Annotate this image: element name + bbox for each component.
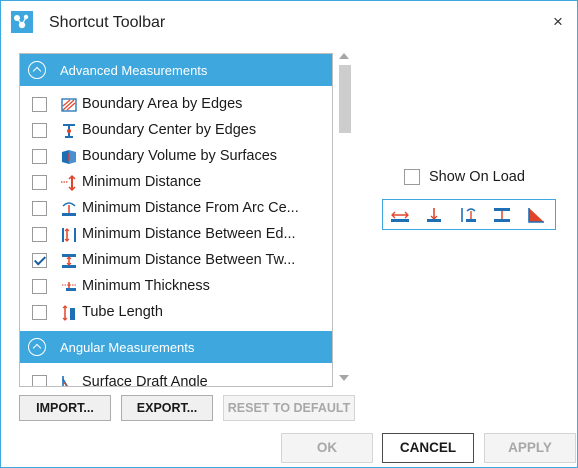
list-item-minimum-thickness[interactable]: Minimum Thickness bbox=[20, 274, 332, 299]
item-checkbox[interactable] bbox=[32, 253, 47, 268]
boundary-area-icon bbox=[61, 98, 77, 112]
list-item-minimum-distance-from-arc-center[interactable]: Minimum Distance From Arc Ce... bbox=[20, 196, 332, 221]
list-item-minimum-distance-between-two[interactable]: Minimum Distance Between Tw... bbox=[20, 248, 332, 273]
item-label: Boundary Volume by Surfaces bbox=[82, 148, 278, 164]
min-distance-arc-icon[interactable] bbox=[458, 206, 478, 224]
list-item-boundary-volume-by-surfaces[interactable]: Boundary Volume by Surfaces bbox=[20, 144, 332, 169]
min-distance-two-icon bbox=[62, 254, 76, 268]
list-scrollbar[interactable] bbox=[336, 53, 352, 387]
surface-draft-angle-icon bbox=[62, 376, 69, 386]
minimum-distance-icon bbox=[61, 174, 76, 192]
ok-button[interactable]: OK bbox=[281, 433, 373, 463]
show-on-load-label: Show On Load bbox=[429, 169, 525, 185]
item-checkbox[interactable] bbox=[32, 123, 47, 138]
scroll-down-arrow-icon[interactable] bbox=[339, 375, 349, 381]
item-checkbox[interactable] bbox=[32, 305, 47, 320]
group-label: Advanced Measurements bbox=[60, 63, 208, 78]
item-checkbox[interactable] bbox=[32, 201, 47, 216]
item-checkbox[interactable] bbox=[32, 149, 47, 164]
scroll-thumb[interactable] bbox=[339, 65, 351, 133]
export-button[interactable]: EXPORT... bbox=[121, 395, 213, 421]
collapse-chevron-icon[interactable] bbox=[28, 61, 46, 79]
min-distance-edges-icon[interactable] bbox=[492, 206, 512, 224]
min-distance-arc-icon bbox=[62, 202, 76, 216]
shortcut-list[interactable]: Advanced Measurements Boundary Area by E… bbox=[19, 53, 333, 387]
min-distance-icon[interactable] bbox=[424, 206, 444, 224]
item-checkbox[interactable] bbox=[32, 227, 47, 242]
boundary-volume-icon bbox=[62, 150, 76, 164]
tube-length-icon bbox=[62, 305, 75, 321]
scroll-up-arrow-icon[interactable] bbox=[339, 53, 349, 59]
group-header-advanced-measurements[interactable]: Advanced Measurements bbox=[20, 54, 332, 86]
import-button[interactable]: IMPORT... bbox=[19, 395, 111, 421]
item-checkbox[interactable] bbox=[32, 279, 47, 294]
min-distance-between-two-icon[interactable] bbox=[390, 206, 410, 224]
boundary-center-icon bbox=[63, 124, 75, 138]
group-label: Angular Measurements bbox=[60, 340, 195, 355]
group-header-angular-measurements[interactable]: Angular Measurements bbox=[20, 331, 332, 363]
item-label: Minimum Distance From Arc Ce... bbox=[82, 200, 299, 216]
toolbar-app-icon bbox=[11, 11, 33, 33]
item-label: Minimum Thickness bbox=[82, 278, 210, 294]
list-item-boundary-area-by-edges[interactable]: Boundary Area by Edges bbox=[20, 92, 332, 117]
list-item-minimum-distance-between-edges[interactable]: Minimum Distance Between Ed... bbox=[20, 222, 332, 247]
item-label: Minimum Distance bbox=[82, 174, 202, 190]
toolbar-preview bbox=[382, 199, 556, 230]
reset-to-default-button[interactable]: RESET TO DEFAULT bbox=[223, 395, 355, 421]
item-label: Boundary Center by Edges bbox=[82, 122, 257, 138]
item-checkbox[interactable] bbox=[32, 97, 47, 112]
angle-icon[interactable] bbox=[526, 206, 546, 224]
item-label: Minimum Distance Between Tw... bbox=[82, 252, 296, 268]
apply-button[interactable]: APPLY bbox=[484, 433, 576, 463]
list-item-minimum-distance[interactable]: Minimum Distance bbox=[20, 170, 332, 195]
close-button[interactable]: × bbox=[549, 12, 567, 32]
window-title: Shortcut Toolbar bbox=[49, 14, 166, 31]
list-item-tube-length[interactable]: Tube Length bbox=[20, 300, 332, 325]
item-label: Tube Length bbox=[82, 304, 163, 320]
cancel-button[interactable]: CANCEL bbox=[382, 433, 474, 463]
title-bar: Shortcut Toolbar × bbox=[1, 1, 577, 45]
item-label: Minimum Distance Between Ed... bbox=[82, 226, 296, 242]
collapse-chevron-icon[interactable] bbox=[28, 338, 46, 356]
shortcut-toolbar-dialog: Shortcut Toolbar × Advanced Measurements… bbox=[0, 0, 578, 468]
list-item-surface-draft-angle[interactable]: Surface Draft Angle bbox=[20, 370, 332, 387]
item-checkbox[interactable] bbox=[32, 175, 47, 190]
list-item-boundary-center-by-edges[interactable]: Boundary Center by Edges bbox=[20, 118, 332, 143]
min-distance-edges-icon bbox=[62, 228, 76, 242]
item-label: Boundary Area by Edges bbox=[82, 96, 243, 112]
item-checkbox[interactable] bbox=[32, 375, 47, 386]
minimum-thickness-icon bbox=[62, 282, 76, 291]
item-label: Surface Draft Angle bbox=[82, 374, 208, 387]
show-on-load-checkbox[interactable] bbox=[404, 169, 420, 185]
